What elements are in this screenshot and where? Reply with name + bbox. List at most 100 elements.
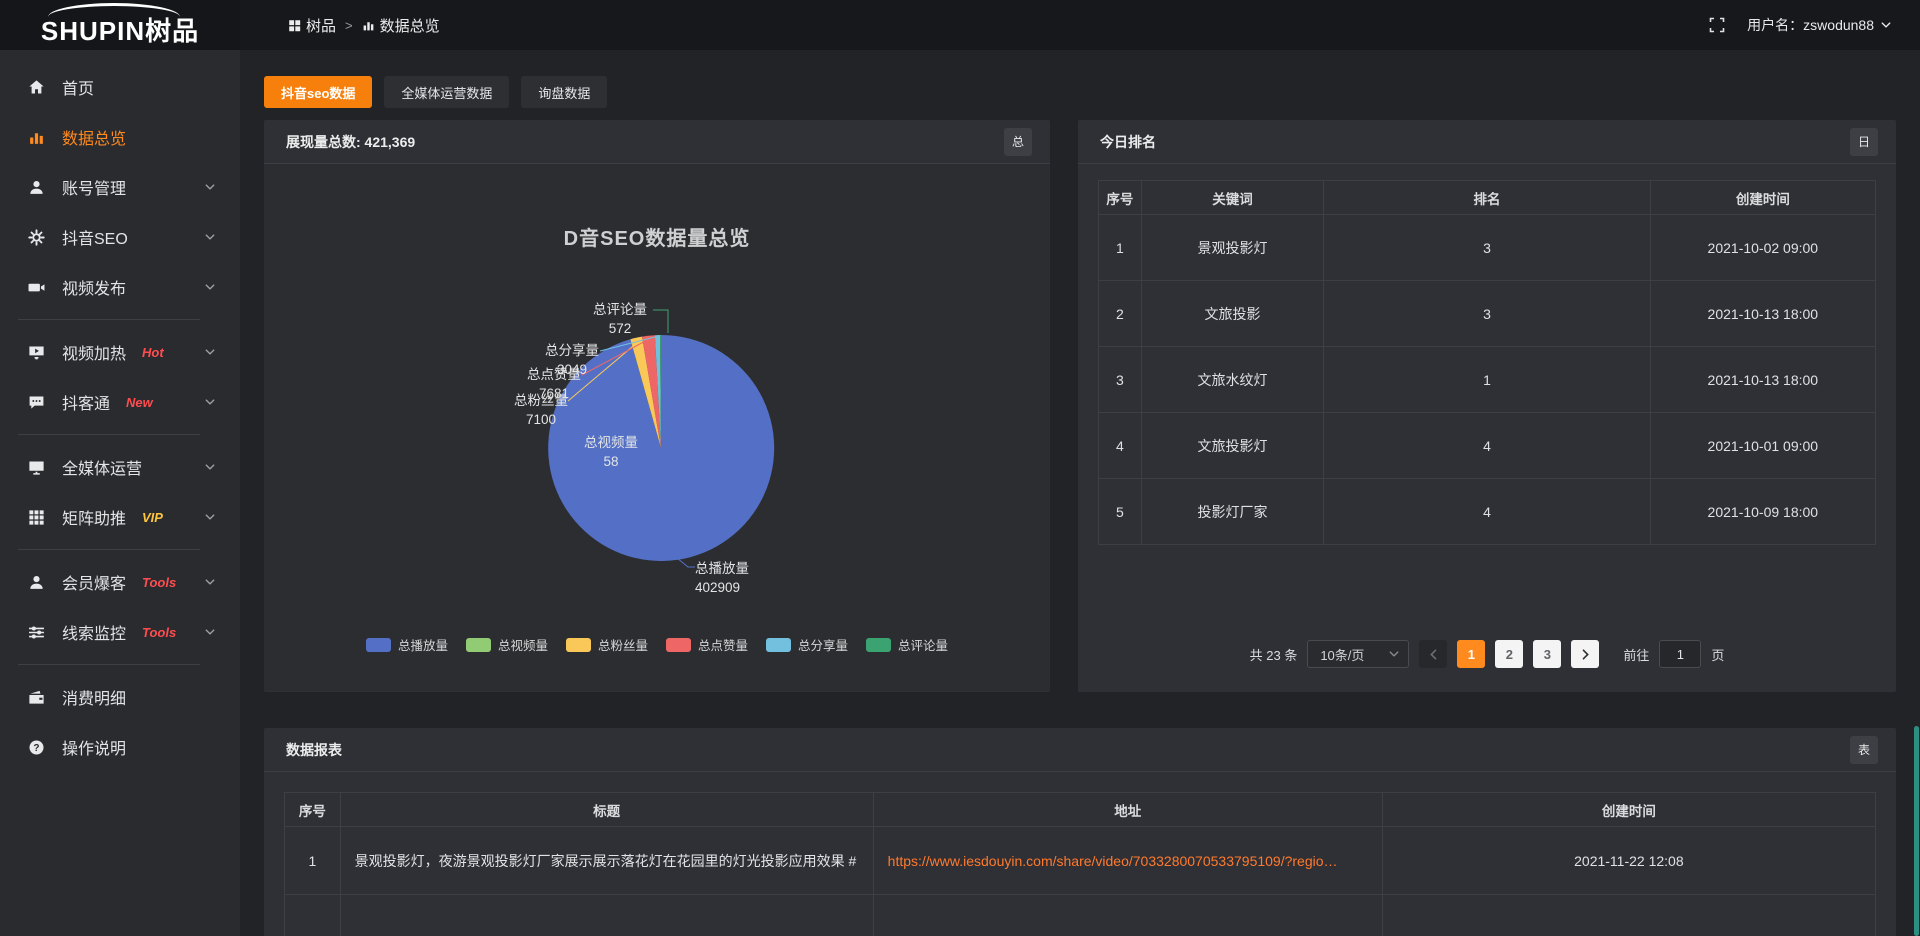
report-cell-time: 2021-11-22 12:08 [1382, 827, 1875, 895]
legend-item-总分享量[interactable]: 总分享量 [766, 635, 848, 654]
tab-1[interactable]: 全媒体运营数据 [384, 76, 509, 108]
legend-swatch [366, 638, 391, 652]
sidebar-item-sliders[interactable]: 线索监控Tools [0, 607, 240, 657]
tab-0[interactable]: 抖音seo数据 [264, 76, 372, 108]
chevron-down-icon [204, 346, 216, 358]
rank-cell: 文旅投影 [1141, 281, 1324, 347]
sidebar-item-monitor[interactable]: 全媒体运营 [0, 442, 240, 492]
dashboard-icon [288, 19, 301, 32]
goto-page-input[interactable]: 1 [1659, 640, 1701, 668]
pagination-total: 共 23 条 [1250, 645, 1298, 664]
svg-text:?: ? [33, 742, 39, 753]
rank-corner-button[interactable]: 日 [1850, 128, 1878, 156]
pie-label-name: 总视频量 [556, 433, 666, 452]
page-button-3[interactable]: 3 [1533, 640, 1561, 668]
page-button-1[interactable]: 1 [1457, 640, 1485, 668]
pie-label-总播放量: 总播放量402909 [695, 559, 815, 597]
sidebar-item-help[interactable]: ? 操作说明 [0, 722, 240, 772]
bar-chart-icon [362, 19, 375, 32]
rank-cell: 2021-10-09 18:00 [1650, 479, 1875, 545]
legend-item-总播放量[interactable]: 总播放量 [366, 635, 448, 654]
sidebar-item-label: 矩阵助推 [62, 505, 126, 529]
report-header-cell: 创建时间 [1382, 793, 1875, 827]
scrollbar[interactable] [1914, 50, 1919, 936]
pie-label-总评论量: 总评论量572 [565, 300, 675, 338]
breadcrumb-current[interactable]: 数据总览 [362, 15, 440, 36]
sidebar-item-chat[interactable]: 抖客通New [0, 377, 240, 427]
scrollbar-thumb[interactable] [1914, 726, 1919, 936]
rank-row: 5投影灯厂家42021-10-09 18:00 [1099, 479, 1876, 545]
sidebar-item-label: 线索监控 [62, 620, 126, 644]
rank-cell: 投影灯厂家 [1141, 479, 1324, 545]
page-size-select[interactable]: 10条/页 [1307, 640, 1409, 668]
breadcrumb-root[interactable]: 树品 [288, 15, 336, 36]
user-icon [27, 179, 45, 196]
legend-label: 总粉丝量 [598, 635, 648, 654]
report-row-partial [285, 895, 1876, 936]
next-page-button[interactable] [1571, 640, 1599, 668]
sidebar-item-label: 视频加热 [62, 340, 126, 364]
report-link[interactable]: https://www.iesdouyin.com/share/video/70… [888, 853, 1338, 869]
legend-swatch [666, 638, 691, 652]
sidebar-item-badge: Tools [142, 575, 176, 590]
overview-panel-title: 展现量总数: 421,369 [286, 132, 415, 152]
sidebar-item-wallet[interactable]: 消费明细 [0, 672, 240, 722]
user-menu[interactable]: 用户名：zswodun88 [1747, 15, 1892, 35]
pie-label-name: 总播放量 [695, 559, 815, 578]
sidebar-divider [18, 434, 200, 435]
bar-chart-icon [27, 129, 45, 146]
chevron-down-icon [204, 461, 216, 473]
sidebar-item-label: 会员爆客 [62, 570, 126, 594]
sidebar-item-video-heat[interactable]: 视频加热 Hot [0, 327, 240, 377]
rank-header-cell: 创建时间 [1650, 181, 1875, 215]
page-button-2[interactable]: 2 [1495, 640, 1523, 668]
sidebar-item-label: 数据总览 [62, 125, 126, 149]
legend-label: 总播放量 [398, 635, 448, 654]
legend-label: 总分享量 [798, 635, 848, 654]
sidebar-item-video-publish[interactable]: 视频发布 [0, 262, 240, 312]
grid-icon [27, 509, 45, 526]
report-cell-url: https://www.iesdouyin.com/share/video/70… [873, 827, 1382, 895]
rank-cell: 文旅投影灯 [1141, 413, 1324, 479]
rank-cell: 文旅水纹灯 [1141, 347, 1324, 413]
tab-2[interactable]: 询盘数据 [521, 76, 607, 108]
legend-item-总点赞量[interactable]: 总点赞量 [666, 635, 748, 654]
rank-cell: 3 [1099, 347, 1142, 413]
sidebar-item-member[interactable]: 会员爆客 Tools [0, 557, 240, 607]
sidebar-item-user[interactable]: 账号管理 [0, 162, 240, 212]
fullscreen-icon[interactable] [1709, 17, 1725, 33]
chevron-down-icon [204, 396, 216, 408]
report-corner-button[interactable]: 表 [1850, 736, 1878, 764]
sidebar-item-label: 操作说明 [62, 735, 126, 759]
sidebar-item-grid[interactable]: 矩阵助推VIP [0, 492, 240, 542]
home-icon [27, 79, 45, 96]
legend-label: 总点赞量 [698, 635, 748, 654]
today-rank-panel: 今日排名 日 序号关键词排名创建时间1景观投影灯32021-10-02 09:0… [1078, 120, 1896, 692]
report-header-row: 序号标题地址创建时间 [285, 793, 1876, 827]
video-heat-icon [27, 344, 45, 361]
pie-label-总分享量: 总分享量3049 [517, 341, 627, 379]
rank-row: 1景观投影灯32021-10-02 09:00 [1099, 215, 1876, 281]
rank-row: 3文旅水纹灯12021-10-13 18:00 [1099, 347, 1876, 413]
legend-item-总粉丝量[interactable]: 总粉丝量 [566, 635, 648, 654]
chart-legend: 总播放量总视频量 总粉丝量 总点赞量 总分享量总评论量 [264, 635, 1050, 654]
video-publish-icon [27, 279, 45, 296]
sidebar-divider [18, 549, 200, 550]
main-content: 抖音seo数据全媒体运营数据询盘数据 展现量总数: 421,369 总 D音SE… [240, 50, 1920, 936]
sidebar-item-gear[interactable]: 抖音SEO [0, 212, 240, 262]
sidebar-item-label: 消费明细 [62, 685, 126, 709]
report-header-cell: 标题 [340, 793, 873, 827]
rank-row: 4文旅投影灯42021-10-01 09:00 [1099, 413, 1876, 479]
sidebar-item-label: 账号管理 [62, 175, 126, 199]
breadcrumb: 树品 > 数据总览 [288, 15, 440, 36]
sidebar-item-bar-chart[interactable]: 数据总览 [0, 112, 240, 162]
legend-swatch [466, 638, 491, 652]
overview-corner-button[interactable]: 总 [1004, 128, 1032, 156]
pie-label-总视频量: 总视频量58 [556, 433, 666, 471]
legend-item-总评论量[interactable]: 总评论量 [866, 635, 948, 654]
prev-page-button[interactable] [1419, 640, 1447, 668]
sidebar-item-badge: Hot [142, 345, 164, 360]
rank-cell: 1 [1099, 215, 1142, 281]
sidebar-item-home[interactable]: 首页 [0, 62, 240, 112]
legend-item-总视频量[interactable]: 总视频量 [466, 635, 548, 654]
